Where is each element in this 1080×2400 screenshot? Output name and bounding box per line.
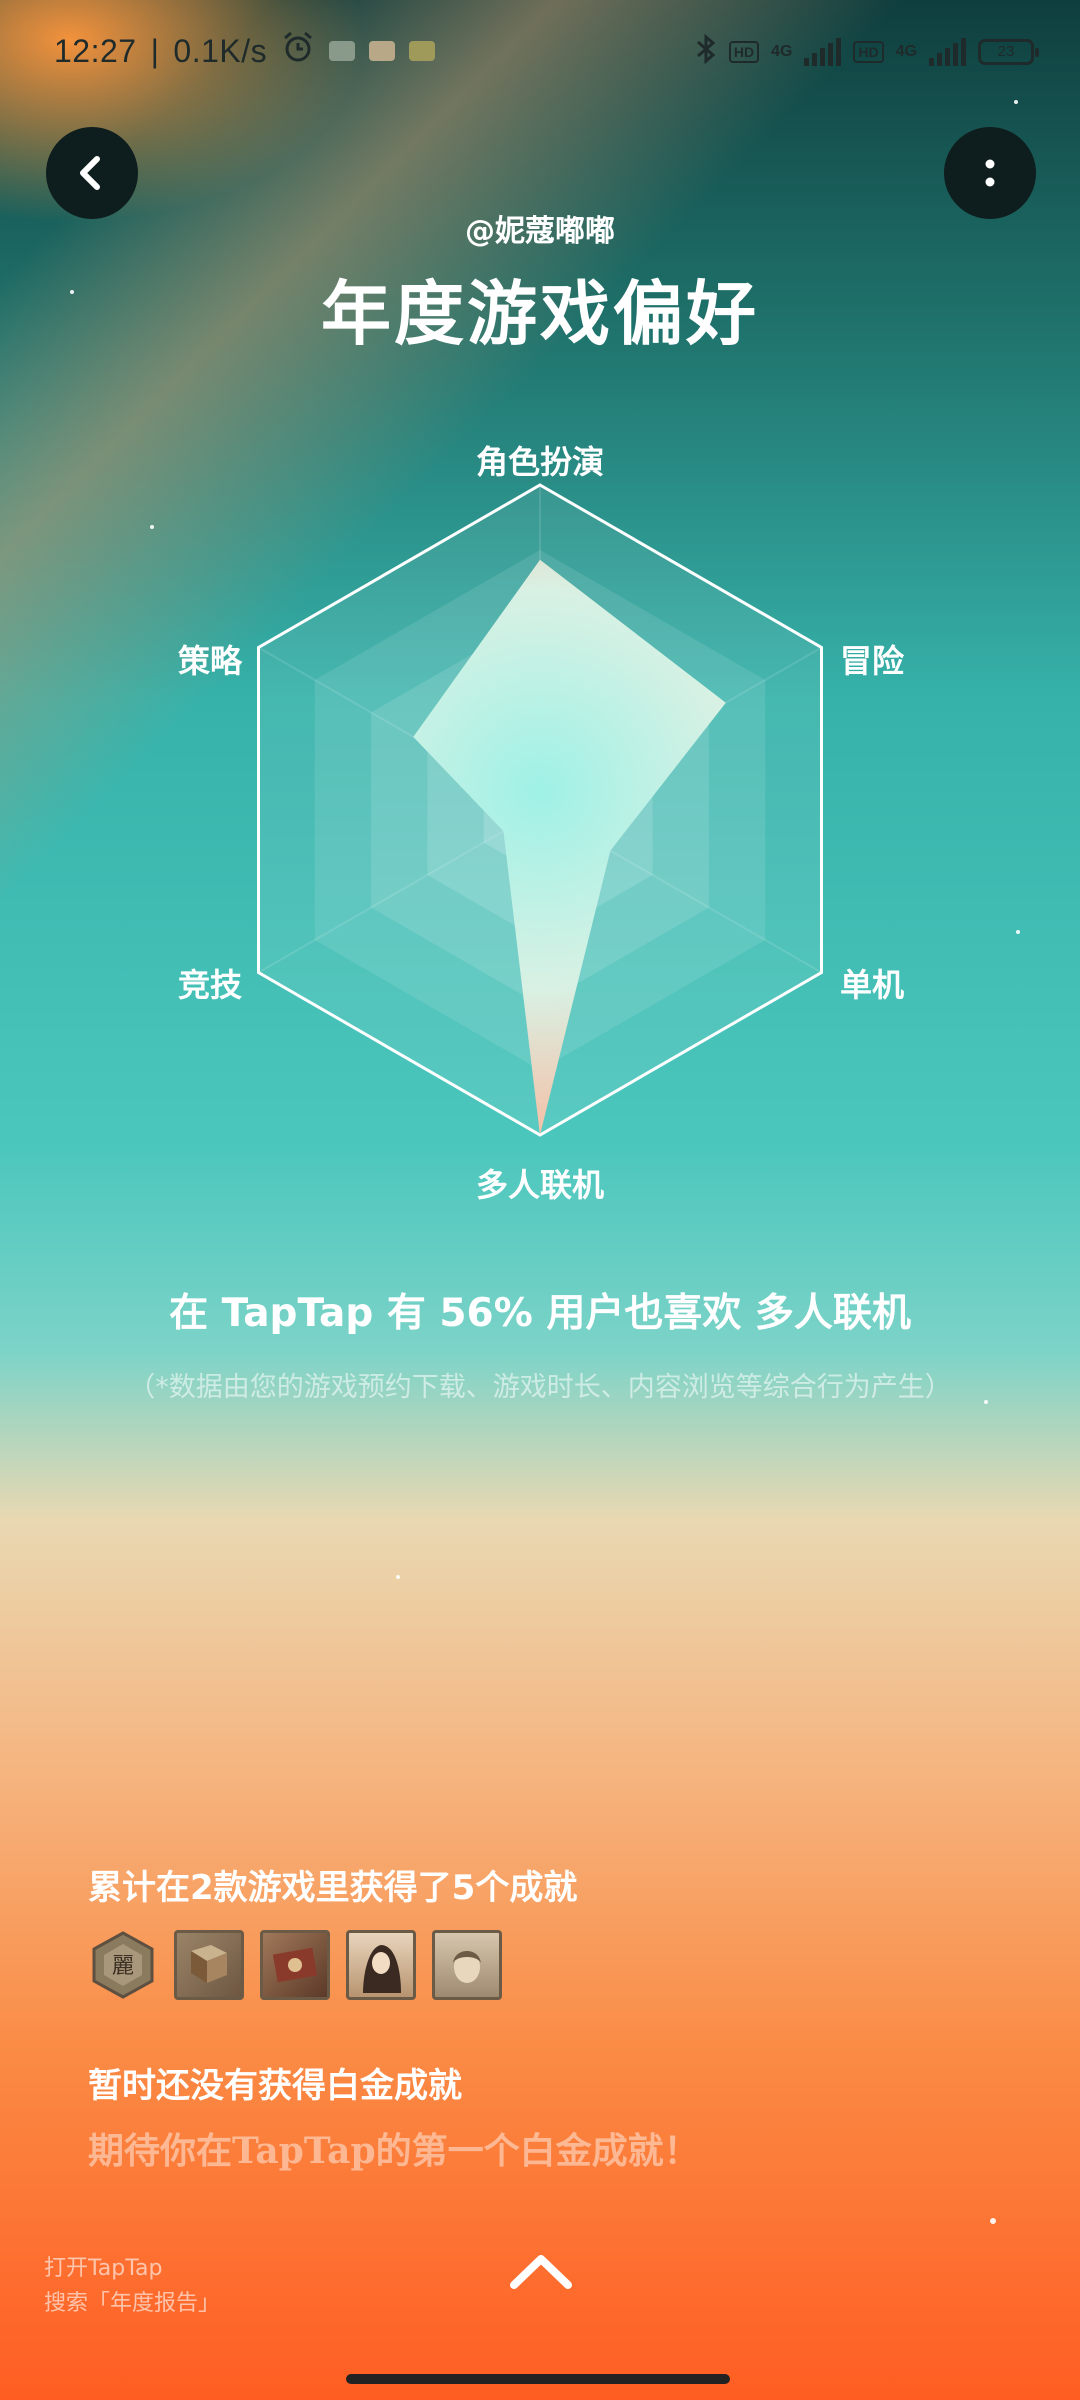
preference-stat: 在 TapTap 有 56% 用户也喜欢 多人联机	[169, 1291, 911, 1336]
sparkle-dot	[1016, 930, 1020, 934]
radar-label-adventure: 冒险	[840, 642, 905, 680]
radar-label-competitive: 竞技	[177, 966, 242, 1004]
sparkle-dot	[396, 1575, 400, 1579]
sparkle-dot	[990, 2218, 996, 2224]
footer-hint-open: 打开TapTap	[44, 2256, 163, 2281]
portrait-woman-badge-icon[interactable]	[346, 1930, 416, 2000]
radar-label-single-player: 单机	[840, 966, 905, 1004]
sparkle-dot	[1014, 100, 1018, 104]
sparkle-dot	[150, 525, 154, 529]
platinum-status: 暂时还没有获得白金成就	[88, 2066, 462, 2106]
data-source-note: （*数据由您的游戏预约下载、游戏时长、内容浏览等综合行为产生）	[128, 1372, 952, 1403]
book-badge-icon[interactable]	[174, 1930, 244, 2000]
hex-emblem-badge-icon[interactable]: 麗	[88, 1930, 158, 2000]
svg-text:麗: 麗	[112, 1954, 134, 1979]
portrait-face-badge-icon[interactable]	[432, 1930, 502, 2000]
achievements-summary: 累计在2款游戏里获得了5个成就	[88, 1868, 578, 1908]
radar-label-strategy: 策略	[177, 642, 242, 680]
sparkle-dot	[70, 290, 74, 294]
scroll-map-badge-icon[interactable]	[260, 1930, 330, 2000]
radar-label-roleplay: 角色扮演	[475, 443, 605, 481]
footer-hint-search: 搜索「年度报告」	[44, 2291, 221, 2316]
achievement-badges: 麗	[88, 1930, 502, 2000]
swipe-up-button[interactable]	[506, 2245, 576, 2295]
sparkle-dot	[984, 1400, 988, 1404]
radar-label-multiplayer: 多人联机	[475, 1166, 605, 1204]
chevron-up-icon	[510, 2255, 572, 2289]
home-indicator[interactable]	[346, 2374, 730, 2384]
platinum-encouragement: 期待你在TapTap的第一个白金成就！	[88, 2130, 700, 2172]
radar-chart	[257, 483, 823, 1137]
